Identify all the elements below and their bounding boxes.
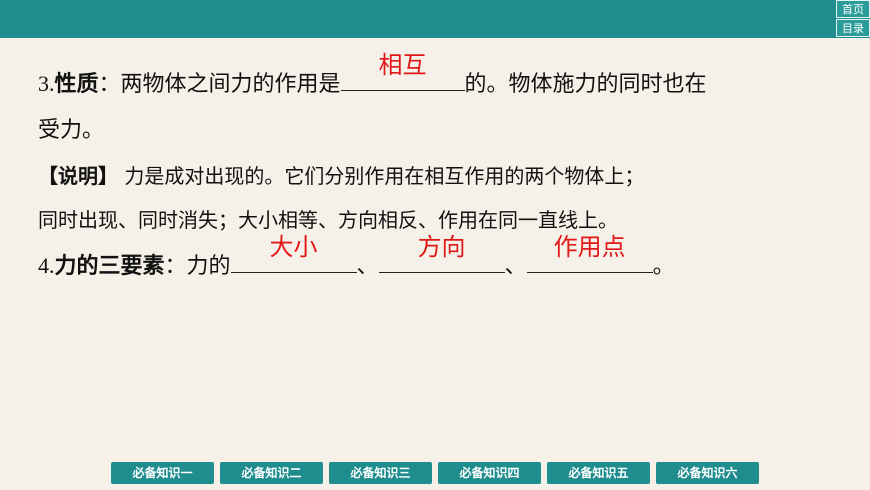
tab-section-5[interactable]: 必备知识五 (547, 462, 650, 484)
item4-blank-1: 大小 (230, 233, 357, 273)
corner-nav: 首页 目录 (836, 0, 870, 38)
item4-colon: ： (164, 254, 187, 279)
item3-blank: 相互 (340, 51, 465, 91)
item4-answer-3: 作用点 (553, 233, 626, 261)
home-button[interactable]: 首页 (836, 0, 870, 18)
item4-answer-1: 大小 (269, 233, 318, 261)
item3-line2: 受力。 (38, 118, 105, 143)
section-tabs: 必备知识一 必备知识二 必备知识三 必备知识四 必备知识五 必备知识六 (0, 456, 870, 490)
item4-sep-2: 、 (504, 254, 527, 279)
item4-text-before: 力的 (186, 254, 231, 279)
note-text1: 力是成对出现的。它们分别作用在相互作用的两个物体上； (124, 164, 645, 188)
header-bar (0, 0, 870, 38)
tab-section-6[interactable]: 必备知识六 (656, 462, 759, 484)
tab-section-2[interactable]: 必备知识二 (220, 462, 323, 484)
item3-text-before: 两物体之间力的作用是 (120, 72, 341, 97)
item4-line: 4.力的三要素：力的 大小、 方向、 作用点。 (38, 233, 838, 290)
item4-answer-2: 方向 (417, 233, 466, 261)
item3-title: 性质 (54, 72, 99, 97)
item4-title: 力的三要素 (54, 254, 165, 279)
item3-text-after: 的。物体施力的同时也在 (464, 72, 707, 97)
item4-blank-2: 方向 (378, 233, 505, 273)
item4-end: 。 (652, 254, 675, 279)
item3-number: 3. (38, 71, 55, 96)
item3-line1: 3.性质：两物体之间力的作用是 相互的。物体施力的同时也在 (38, 51, 838, 108)
item3-colon: ： (98, 72, 121, 97)
tab-section-3[interactable]: 必备知识三 (329, 462, 432, 484)
note-line1: 【说明】 力是成对出现的。它们分别作用在相互作用的两个物体上； (38, 154, 838, 198)
toc-button[interactable]: 目录 (836, 19, 870, 37)
note-tag: 【说明】 (38, 164, 118, 188)
item4-blank-3: 作用点 (526, 233, 653, 273)
item4-number: 4. (38, 253, 55, 278)
item3-answer: 相互 (378, 51, 427, 79)
tab-section-1[interactable]: 必备知识一 (111, 462, 214, 484)
tab-section-4[interactable]: 必备知识四 (438, 462, 541, 484)
slide-content: 3.性质：两物体之间力的作用是 相互 的。物体施力的同时也在 受力。 【说明】 力是… (38, 51, 838, 290)
item4-sep-1: 、 (356, 254, 379, 279)
